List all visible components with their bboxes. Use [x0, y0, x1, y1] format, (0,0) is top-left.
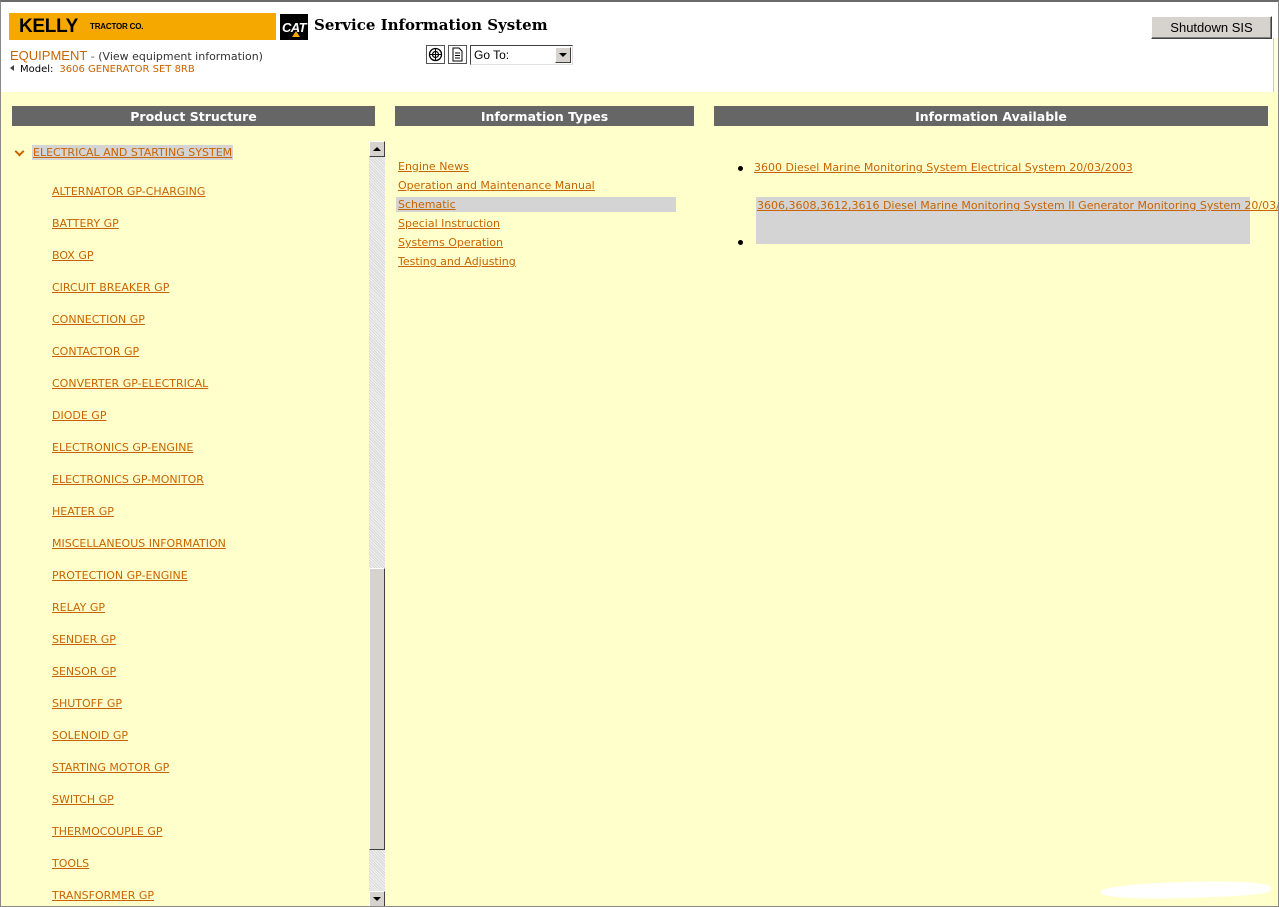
scroll-thumb[interactable] — [369, 568, 385, 850]
information-type-item[interactable]: Engine News — [398, 160, 469, 173]
view-equipment-link[interactable]: (View equipment information) — [98, 50, 263, 63]
product-structure-item[interactable]: HEATER GP — [52, 505, 114, 518]
product-structure-item[interactable]: SENDER GP — [52, 633, 116, 646]
goto-dropdown-button[interactable] — [555, 47, 571, 63]
model-value: 3606 GENERATOR SET 8RB — [59, 64, 195, 75]
shutdown-button[interactable]: Shutdown SIS — [1151, 16, 1272, 39]
product-structure-item[interactable]: PROTECTION GP-ENGINE — [52, 569, 188, 582]
product-structure-item[interactable]: TRANSFORMER GP — [52, 889, 154, 902]
product-structure-item[interactable]: ELECTRONICS GP-MONITOR — [52, 473, 204, 486]
product-structure-item[interactable]: ALTERNATOR GP-CHARGING — [52, 185, 205, 198]
information-types-header: Information Types — [395, 106, 694, 126]
header-right-strip — [1273, 38, 1278, 94]
list-bullet — [738, 240, 743, 245]
information-type-item[interactable]: Special Instruction — [398, 217, 500, 230]
cat-logo: CAT — [280, 14, 308, 40]
list-bullet — [738, 166, 743, 171]
product-structure-item[interactable]: DIODE GP — [52, 409, 106, 422]
document-icon — [452, 47, 463, 62]
product-structure-item[interactable]: SHUTOFF GP — [52, 697, 122, 710]
dealer-name: KELLY — [19, 15, 79, 37]
chevron-down-icon — [559, 53, 567, 57]
information-type-item-selected[interactable]: Schematic — [398, 198, 456, 211]
globe-icon — [428, 47, 443, 62]
main-content: Product Structure ELECTRICAL AND STARTIN… — [1, 92, 1278, 906]
product-structure-item[interactable]: RELAY GP — [52, 601, 105, 614]
product-structure-item[interactable]: STARTING MOTOR GP — [52, 761, 169, 774]
information-type-item[interactable]: Systems Operation — [398, 236, 503, 249]
product-structure-list: ELECTRICAL AND STARTING SYSTEM ALTERNATO… — [1, 136, 367, 906]
chevron-down-icon — [373, 897, 381, 901]
information-available-item-selected[interactable]: 3606,3608,3612,3616 Diesel Marine Monito… — [757, 199, 1278, 212]
product-structure-item[interactable]: TOOLS — [52, 857, 89, 870]
chevron-down-icon[interactable] — [15, 148, 25, 158]
product-structure-item[interactable]: MISCELLANEOUS INFORMATION — [52, 537, 226, 550]
equipment-separator: - — [87, 50, 99, 63]
scroll-up-button[interactable] — [369, 141, 385, 157]
app-window: KELLY TRACTOR CO. CAT Service Informatio… — [0, 0, 1279, 907]
goto-select-value: Go To: — [474, 48, 510, 62]
product-structure-item[interactable]: ELECTRONICS GP-ENGINE — [52, 441, 193, 454]
product-structure-header: Product Structure — [12, 106, 375, 126]
product-structure-item[interactable]: BATTERY GP — [52, 217, 119, 230]
product-structure-scrollbar[interactable] — [369, 141, 385, 906]
dealer-logo: KELLY TRACTOR CO. — [9, 13, 276, 40]
back-arrow-icon[interactable] — [10, 65, 14, 71]
product-structure-item[interactable]: SOLENOID GP — [52, 729, 128, 742]
product-structure-root[interactable]: ELECTRICAL AND STARTING SYSTEM — [15, 145, 234, 160]
model-line: Model: 3606 GENERATOR SET 8RB — [10, 64, 195, 75]
information-available-header: Information Available — [714, 106, 1268, 126]
equipment-label: EQUIPMENT — [10, 48, 88, 63]
information-type-item[interactable]: Operation and Maintenance Manual — [398, 179, 595, 192]
equipment-line: EQUIPMENT - (View equipment information) — [10, 48, 263, 63]
product-structure-item[interactable]: BOX GP — [52, 249, 94, 262]
product-structure-item[interactable]: CIRCUIT BREAKER GP — [52, 281, 169, 294]
chevron-up-icon — [373, 147, 381, 151]
app-title: Service Information System — [314, 16, 548, 34]
product-structure-item[interactable]: CONVERTER GP-ELECTRICAL — [52, 377, 208, 390]
product-structure-item[interactable]: THERMOCOUPLE GP — [52, 825, 163, 838]
scroll-down-button[interactable] — [369, 891, 385, 906]
document-tool-button[interactable] — [448, 45, 467, 64]
dealer-subtitle: TRACTOR CO. — [90, 22, 144, 31]
model-label: Model: — [20, 64, 54, 75]
product-structure-item[interactable]: CONTACTOR GP — [52, 345, 139, 358]
cat-logo-triangle — [292, 31, 300, 37]
search-tool-button[interactable] — [426, 45, 445, 64]
header-bar: KELLY TRACTOR CO. CAT Service Informatio… — [1, 4, 1278, 94]
product-structure-root-label[interactable]: ELECTRICAL AND STARTING SYSTEM — [32, 145, 234, 160]
product-structure-item[interactable]: CONNECTION GP — [52, 313, 145, 326]
product-structure-item[interactable]: SENSOR GP — [52, 665, 116, 678]
information-type-item[interactable]: Testing and Adjusting — [398, 255, 516, 268]
goto-select[interactable]: Go To: — [470, 45, 573, 65]
product-structure-item[interactable]: SWITCH GP — [52, 793, 114, 806]
information-available-item[interactable]: 3600 Diesel Marine Monitoring System Ele… — [754, 161, 1133, 174]
screen-smudge — [1100, 879, 1272, 901]
